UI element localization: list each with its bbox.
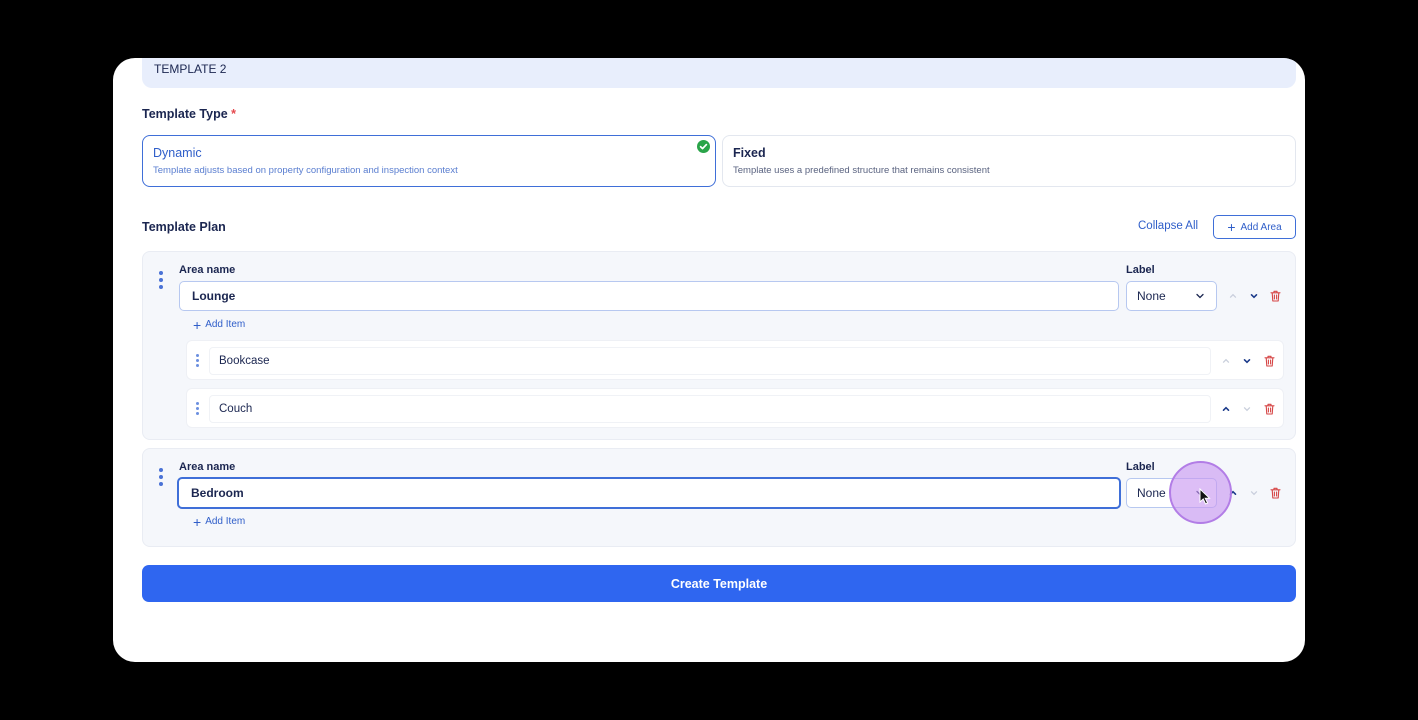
fixed-option-description: Template uses a predefined structure tha… — [733, 165, 990, 176]
template-type-fixed-option[interactable]: Fixed Template uses a predefined structu… — [722, 135, 1296, 187]
chevron-down-icon — [1196, 293, 1204, 299]
collapse-all-link[interactable]: Collapse All — [1138, 220, 1198, 232]
create-template-button[interactable]: Create Template — [142, 565, 1296, 602]
trash-icon — [1263, 355, 1275, 367]
move-down-button[interactable] — [1240, 402, 1254, 416]
delete-area-button[interactable] — [1268, 486, 1282, 500]
chevron-down-icon — [1243, 359, 1251, 364]
area-name-input[interactable] — [179, 281, 1119, 311]
label-field-label: Label — [1126, 264, 1155, 276]
add-area-label: Add Area — [1240, 221, 1282, 233]
move-up-button[interactable] — [1226, 289, 1240, 303]
area-name-label: Area name — [179, 461, 236, 473]
item-row-couch — [186, 388, 1284, 428]
template-type-dynamic-option[interactable]: Dynamic Template adjusts based on proper… — [142, 135, 716, 187]
area-card-bedroom: Area name Label None + Add Item — [142, 448, 1296, 547]
chevron-up-icon — [1229, 490, 1237, 495]
label-field-label: Label — [1126, 461, 1155, 473]
add-item-button[interactable]: + Add Item — [193, 316, 246, 333]
move-down-button[interactable] — [1240, 354, 1254, 368]
create-template-card: TEMPLATE 2 Template Type * Dynamic Templ… — [113, 58, 1305, 662]
delete-area-button[interactable] — [1268, 289, 1282, 303]
move-down-button[interactable] — [1247, 486, 1261, 500]
add-item-button[interactable]: + Add Item — [193, 513, 246, 530]
plus-icon: + — [193, 513, 202, 530]
drag-handle-icon[interactable] — [196, 354, 200, 367]
area-name-label: Area name — [179, 264, 236, 276]
item-name-input[interactable] — [209, 347, 1211, 375]
chevron-up-icon — [1229, 293, 1237, 298]
label-select-value: None — [1137, 486, 1166, 500]
area-card-lounge: Area name Label None + Add Item — [142, 251, 1296, 440]
add-item-label: Add Item — [205, 319, 246, 330]
item-row-bookcase — [186, 340, 1284, 380]
fixed-option-title: Fixed — [733, 146, 766, 160]
drag-handle-icon[interactable] — [159, 271, 163, 289]
plus-icon: + — [1227, 219, 1236, 235]
dynamic-option-title: Dynamic — [153, 146, 202, 160]
label-select[interactable]: None — [1126, 478, 1217, 508]
chevron-down-icon — [1196, 490, 1204, 496]
chevron-down-icon — [1243, 407, 1251, 412]
trash-icon — [1269, 290, 1281, 302]
template-type-heading: Template Type * — [142, 107, 236, 121]
label-select-value: None — [1137, 289, 1166, 303]
trash-icon — [1263, 403, 1275, 415]
item-name-input[interactable] — [209, 395, 1211, 423]
chevron-up-icon — [1222, 406, 1230, 411]
template-type-label: Template Type — [142, 107, 228, 121]
delete-item-button[interactable] — [1262, 354, 1276, 368]
add-area-button[interactable]: + Add Area — [1213, 215, 1296, 239]
template-name-field[interactable]: TEMPLATE 2 — [142, 58, 1296, 88]
chevron-down-icon — [1250, 294, 1258, 299]
move-up-button[interactable] — [1219, 402, 1233, 416]
dynamic-option-description: Template adjusts based on property confi… — [153, 165, 458, 176]
label-select[interactable]: None — [1126, 281, 1217, 311]
delete-item-button[interactable] — [1262, 402, 1276, 416]
drag-handle-icon[interactable] — [196, 402, 200, 415]
plus-icon: + — [193, 316, 202, 333]
move-up-button[interactable] — [1219, 354, 1233, 368]
template-plan-heading: Template Plan — [142, 220, 226, 234]
check-circle-icon — [697, 140, 710, 153]
chevron-up-icon — [1222, 358, 1230, 363]
required-mark: * — [231, 107, 237, 121]
move-down-button[interactable] — [1247, 289, 1261, 303]
chevron-down-icon — [1250, 491, 1258, 496]
add-item-label: Add Item — [205, 516, 246, 527]
area-name-input[interactable] — [177, 477, 1121, 509]
template-name-value: TEMPLATE 2 — [154, 62, 227, 76]
move-up-button[interactable] — [1226, 486, 1240, 500]
trash-icon — [1269, 487, 1281, 499]
drag-handle-icon[interactable] — [159, 468, 163, 486]
